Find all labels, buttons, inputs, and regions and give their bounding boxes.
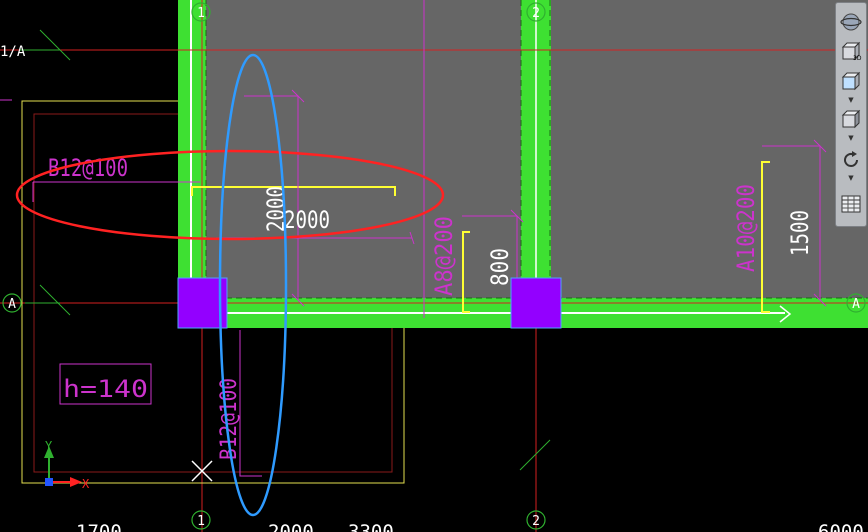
svg-text:2: 2 bbox=[532, 514, 540, 529]
svg-text:A: A bbox=[852, 297, 860, 312]
rebar-label-a10: A10@200 bbox=[732, 184, 760, 272]
svg-text:2: 2 bbox=[532, 6, 540, 21]
view-dropdown-arrow[interactable]: ▼ bbox=[847, 97, 855, 104]
grid-tick bbox=[39, 29, 71, 61]
axis-bubble-bottom-1: 1 bbox=[191, 510, 211, 530]
dim-label-2000-b: 2000 bbox=[284, 206, 330, 234]
dim-label-800: 800 bbox=[486, 248, 514, 286]
svg-text:A: A bbox=[8, 297, 16, 312]
bottom-dim-3300: 3300 bbox=[348, 521, 394, 532]
rebar-b12-vertical-bracket bbox=[239, 330, 262, 477]
orbit-button[interactable] bbox=[838, 9, 864, 35]
rebar-label-a8: A8@200 bbox=[430, 216, 458, 296]
cad-drawing-canvas[interactable]: 1 2 1 2 A A 1/A B12@100 h=140 2000 2000 … bbox=[0, 0, 868, 532]
cube-view-icon bbox=[841, 109, 861, 129]
grid-tick bbox=[39, 284, 71, 316]
svg-text:1: 1 bbox=[197, 514, 205, 529]
slab-panel-left bbox=[205, 0, 525, 298]
bottom-dim-6000: 6000 bbox=[818, 521, 864, 532]
view-cube-button[interactable] bbox=[838, 107, 864, 133]
ucs-y-label: Y bbox=[45, 439, 53, 453]
cube-front-icon bbox=[841, 71, 861, 91]
rotate-dropdown-arrow[interactable]: ▼ bbox=[847, 175, 855, 182]
dim-label-1500: 1500 bbox=[786, 210, 814, 256]
front-view-button[interactable] bbox=[838, 69, 864, 95]
bottom-dim-2000: 2000 bbox=[268, 521, 314, 532]
rotate-icon bbox=[844, 151, 858, 167]
3d-box-icon: 3D bbox=[841, 41, 862, 62]
ucs-x-label: X bbox=[82, 477, 90, 491]
grid-tick bbox=[519, 439, 551, 471]
rotate-button[interactable] bbox=[838, 147, 864, 173]
bottom-dim-1700: 1700 bbox=[76, 521, 122, 532]
axis-bubble-bottom-2: 2 bbox=[526, 510, 546, 530]
3d-view-button[interactable]: 3D bbox=[838, 39, 864, 65]
view-toolbar: 3D ▼ ▼ ▼ bbox=[835, 2, 867, 227]
column-A2[interactable] bbox=[510, 277, 562, 329]
grid-table-icon bbox=[841, 195, 861, 213]
axis-bubble-left-1A: 1/A bbox=[0, 44, 26, 60]
svg-text:1: 1 bbox=[197, 6, 205, 21]
orbit-icon bbox=[840, 13, 862, 31]
slab-thickness-label: h=140 bbox=[63, 375, 148, 403]
svg-text:3D: 3D bbox=[853, 55, 862, 62]
svg-text:1/A: 1/A bbox=[0, 44, 26, 60]
properties-grid-button[interactable] bbox=[838, 191, 864, 217]
cube-dropdown-arrow[interactable]: ▼ bbox=[847, 135, 855, 142]
